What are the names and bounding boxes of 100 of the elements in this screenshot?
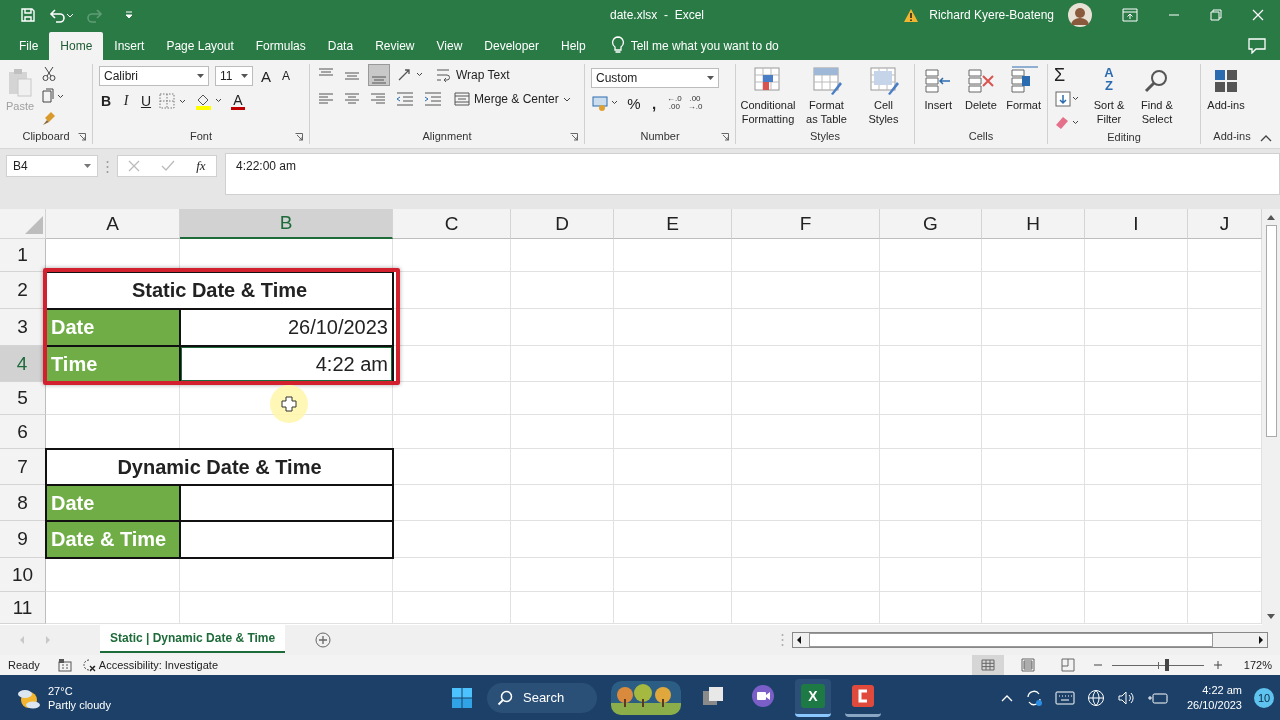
scroll-up-icon[interactable] [1266,213,1276,221]
ribbon-tab[interactable]: View [425,32,474,60]
grid-cell[interactable] [614,239,732,272]
grid-cell[interactable] [732,239,880,272]
underline-button[interactable]: U [139,93,153,109]
sync-icon[interactable] [1024,688,1043,707]
grid-cell[interactable] [880,346,982,382]
fill-icon[interactable] [1054,90,1080,108]
grid-cell[interactable] [732,449,880,485]
macro-icon[interactable] [57,658,72,672]
grid-cell[interactable] [880,521,982,558]
ribbon-tab[interactable]: File [8,32,50,60]
ribbon-tab[interactable]: Help [550,32,597,60]
grid-cell[interactable] [614,346,732,382]
styles-button[interactable]: Conditional Formatting [742,64,794,126]
zoom-slider[interactable] [1111,658,1204,672]
number-format-field[interactable]: Custom [591,68,719,88]
column-header[interactable]: H [982,209,1085,239]
grid-cell[interactable] [982,382,1085,415]
customize-icon[interactable] [124,9,134,21]
search-field[interactable]: Search [487,682,597,713]
save-icon[interactable] [20,7,36,23]
cut-icon[interactable] [42,66,57,82]
lightbulb-icon[interactable] [610,36,625,54]
grid-cell[interactable] [1085,309,1188,346]
grid-cell[interactable] [511,272,614,309]
collapse-ribbon-icon[interactable] [1260,134,1272,142]
cells-button[interactable]: Format [1006,64,1041,112]
comma-button[interactable]: , [647,94,661,112]
grid-cell[interactable] [880,272,982,309]
percent-button[interactable]: % [627,94,641,112]
grid-cell[interactable] [511,309,614,346]
notification-badge[interactable]: 10 [1254,687,1274,708]
column-header[interactable]: A [46,209,180,239]
grid-cell[interactable] [614,272,732,309]
column-header[interactable]: I [1085,209,1188,239]
row-header[interactable]: 1 [0,239,46,272]
tell-me-field[interactable]: Tell me what you want to do [630,32,779,60]
zoom-level[interactable]: 172% [1243,659,1272,671]
grid-cell[interactable] [732,521,880,558]
column-header[interactable]: E [614,209,732,239]
grid-cell[interactable] [732,272,880,309]
increase-indent-icon[interactable] [422,90,444,108]
user-name[interactable]: Richard Kyere-Boateng [929,8,1054,22]
styles-button[interactable]: Format as Table [802,64,851,126]
grid-cell[interactable] [1085,272,1188,309]
start-icon[interactable] [451,686,473,709]
formula-field[interactable]: 4:22:00 am [225,153,1280,195]
grid-cell[interactable] [1085,239,1188,272]
zoom-in-icon[interactable] [1213,661,1222,669]
vertical-scrollbar[interactable] [1262,209,1280,625]
grid-cell[interactable] [1085,415,1188,449]
zoom-slider-thumb[interactable] [1165,659,1170,671]
enter-icon[interactable] [161,160,176,172]
styles-button[interactable]: Cell Styles [859,64,908,126]
ribbon-tab[interactable]: Data [316,32,365,60]
grid-cell[interactable] [511,592,614,624]
grid-cell[interactable] [982,558,1085,592]
select-all-button[interactable] [0,209,46,239]
grid-cell[interactable] [982,485,1085,521]
column-header[interactable]: J [1188,209,1262,239]
ribbon-display-icon[interactable] [1122,8,1138,22]
row-header[interactable]: 11 [0,592,46,624]
dialog-launcher-icon[interactable] [721,133,729,141]
grid-cell[interactable] [1085,485,1188,521]
grid-cell[interactable] [614,415,732,449]
grid-cell[interactable] [511,239,614,272]
grid-cell[interactable] [880,449,982,485]
sheet-tab[interactable]: Static | Dynamic Date & Time [100,625,286,653]
grip-icon[interactable] [781,633,785,647]
grid-cell[interactable] [511,558,614,592]
grid-cell[interactable] [982,239,1085,272]
grid-cell[interactable] [46,592,180,624]
horizontal-scrollbar[interactable] [792,632,1269,648]
grid-cell[interactable] [511,415,614,449]
grid-cell[interactable] [982,309,1085,346]
clock[interactable]: 4:22 am 26/10/2023 [1186,682,1242,713]
chevron-up-icon[interactable] [1000,693,1013,702]
autosum-button[interactable]: Σ [1054,66,1066,84]
name-box[interactable]: B4 [6,155,98,177]
grid-cell[interactable] [1085,346,1188,382]
grid-cell[interactable] [511,346,614,382]
ribbon-tab[interactable]: Developer [473,32,550,60]
grid-cell[interactable] [393,382,511,415]
copy-icon[interactable] [42,88,65,104]
row-header[interactable]: 6 [0,415,46,449]
row-header[interactable]: 5 [0,382,46,415]
grid-cell[interactable] [180,558,393,592]
eraser-icon[interactable] [1054,114,1080,130]
row-header[interactable]: 7 [0,449,46,485]
row-header[interactable]: 8 [0,485,46,521]
ribbon-tab[interactable]: Review [364,32,426,60]
grid-cell[interactable] [511,521,614,558]
maximize-icon[interactable] [1210,9,1222,21]
grid-cell[interactable] [393,558,511,592]
grid-cell[interactable] [614,485,732,521]
grid-cell[interactable] [732,485,880,521]
decrease-decimal-button[interactable]: .00 →.0 [687,95,703,111]
grid-cell[interactable] [732,592,880,624]
font-size-field[interactable]: 11 [215,66,253,86]
